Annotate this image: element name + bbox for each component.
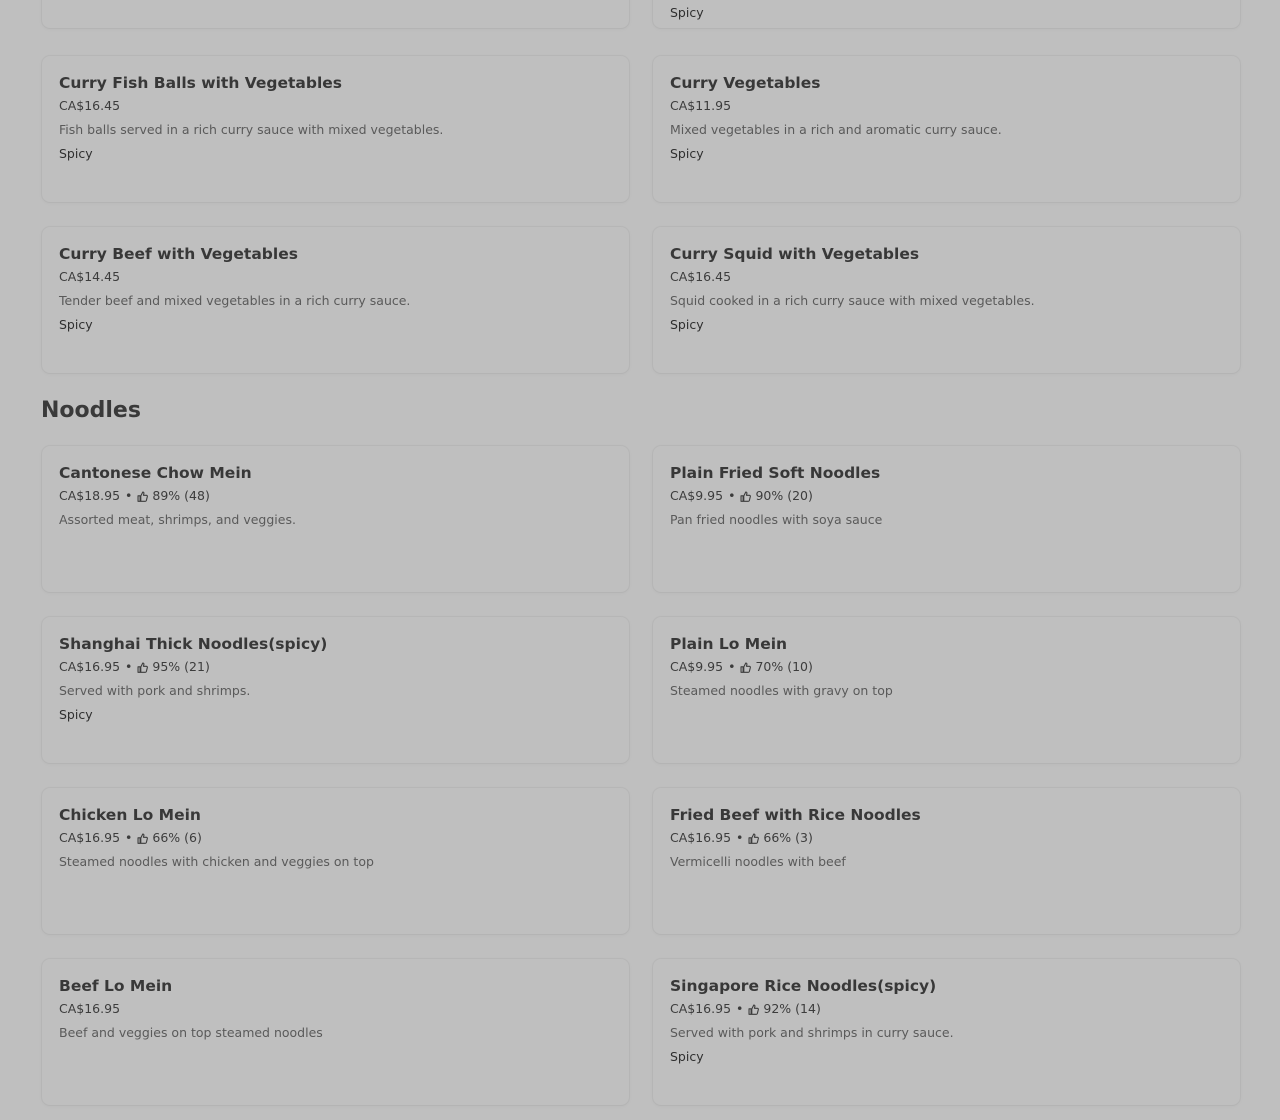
item-rating: 92% (14) (763, 1001, 821, 1016)
item-rating: 66% (6) (152, 830, 202, 845)
item-price-row: CA$14.45 (59, 269, 612, 285)
thumbs-up-icon (748, 832, 760, 844)
spicy-tag: Spicy (59, 146, 93, 161)
item-price-row: CA$11.95 (670, 98, 1223, 114)
item-price: CA$16.95 (670, 1001, 732, 1016)
item-rating: 90% (20) (755, 488, 813, 503)
separator-dot: • (728, 659, 736, 674)
separator-dot: • (736, 830, 744, 845)
spicy-tag: Spicy (670, 146, 704, 161)
menu-item-card[interactable]: Shanghai Thick Noodles(spicy) CA$16.95 • 9… (42, 617, 629, 763)
item-name: Cantonese Chow Mein (59, 464, 252, 482)
item-price: CA$9.95 (670, 488, 724, 503)
item-description: Beef and veggies on top steamed noodles (59, 1025, 323, 1040)
item-rating: 66% (3) (763, 830, 813, 845)
item-price: CA$18.95 (59, 488, 121, 503)
thumbs-up-icon (740, 490, 752, 502)
menu-item-card[interactable]: Curry Vegetables CA$11.95 Mixed vegetabl… (653, 56, 1240, 202)
separator-dot: • (728, 488, 736, 503)
menu-item-card[interactable]: Plain Lo Mein CA$9.95 • 70% (10) Steamed no… (653, 617, 1240, 763)
separator-dot: • (125, 488, 133, 503)
item-price-row: CA$9.95 • 90% (20) (670, 488, 1223, 504)
item-price-row: CA$16.45 (670, 269, 1223, 285)
item-name: Curry Vegetables (670, 74, 821, 92)
item-description: Steamed noodles with gravy on top (670, 683, 893, 698)
thumbs-up-icon (137, 661, 149, 673)
item-rating: 70% (10) (755, 659, 813, 674)
item-price: CA$16.95 (59, 830, 121, 845)
item-description: Mixed vegetables in a rich and aromatic … (670, 122, 1002, 137)
item-price-row: CA$16.95 • 66% (6) (59, 830, 612, 846)
item-description: Tender beef and mixed vegetables in a ri… (59, 293, 411, 308)
item-price: CA$16.95 (59, 659, 121, 674)
thumbs-up-icon (740, 661, 752, 673)
item-description: Steamed noodles with chicken and veggies… (59, 854, 374, 869)
item-name: Curry Beef with Vegetables (59, 245, 298, 263)
menu-item-card[interactable]: Beef Lo Mein CA$16.95 Beef and veggies on … (42, 959, 629, 1105)
item-description: Fish balls served in a rich curry sauce … (59, 122, 444, 137)
item-name: Chicken Lo Mein (59, 806, 201, 824)
item-price: CA$11.95 (670, 98, 732, 113)
item-name: Curry Fish Balls with Vegetables (59, 74, 343, 92)
item-name: Plain Lo Mein (670, 635, 788, 653)
thumbs-up-icon (137, 490, 149, 502)
thumbs-up-icon (748, 1003, 760, 1015)
separator-dot: • (125, 830, 133, 845)
spicy-tag: Spicy (59, 707, 93, 722)
item-price-row: CA$16.95 • 66% (3) (670, 830, 1223, 846)
item-price-row: CA$16.95 (59, 1001, 612, 1017)
menu-item-card[interactable]: Cantonese Chow Mein CA$18.95 • 89% (48) Ass… (42, 446, 629, 592)
item-rating: 95% (21) (152, 659, 210, 674)
item-name: Fried Beef with Rice Noodles (670, 806, 921, 824)
menu-item-card[interactable]: Plain Fried Soft Noodles CA$9.95 • 90% (20… (653, 446, 1240, 592)
menu-item-card[interactable]: Curry Beef with Vegetables CA$14.45 Tend… (42, 227, 629, 373)
menu-item-card-partial-right[interactable]: Spicy (653, 0, 1240, 28)
item-price: CA$16.45 (59, 98, 121, 113)
menu-item-card[interactable]: Fried Beef with Rice Noodles CA$16.95 • 66… (653, 788, 1240, 934)
item-price-row: CA$9.95 • 70% (10) (670, 659, 1223, 675)
item-description: Assorted meat, shrimps, and veggies. (59, 512, 296, 527)
spicy-tag: Spicy (670, 317, 704, 332)
item-price: CA$16.95 (59, 1001, 121, 1016)
menu-item-card[interactable]: Curry Fish Balls with Vegetables CA$16.4… (42, 56, 629, 202)
menu-item-card[interactable]: Curry Squid with Vegetables CA$16.45 Squ… (653, 227, 1240, 373)
item-price: CA$14.45 (59, 269, 121, 284)
separator-dot: • (125, 659, 133, 674)
item-name: Curry Squid with Vegetables (670, 245, 920, 263)
item-description: Vermicelli noodles with beef (670, 854, 846, 869)
item-name: Singapore Rice Noodles(spicy) (670, 977, 937, 995)
item-description: Squid cooked in a rich curry sauce with … (670, 293, 1035, 308)
item-price: CA$16.95 (670, 830, 732, 845)
item-rating: 89% (48) (152, 488, 210, 503)
item-name: Beef Lo Mein (59, 977, 173, 995)
item-description: Served with pork and shrimps in curry sa… (670, 1025, 954, 1040)
item-price: CA$16.45 (670, 269, 732, 284)
item-price-row: CA$16.95 • 92% (14) (670, 1001, 1223, 1017)
item-name: Plain Fried Soft Noodles (670, 464, 881, 482)
item-description: Pan fried noodles with soya sauce (670, 512, 883, 527)
spicy-tag: Spicy (670, 5, 704, 20)
separator-dot: • (736, 1001, 744, 1016)
thumbs-up-icon (137, 832, 149, 844)
section-title-noodles: Noodles (41, 398, 141, 423)
item-price: CA$9.95 (670, 659, 724, 674)
menu-item-card[interactable]: Singapore Rice Noodles(spicy) CA$16.95 • 9… (653, 959, 1240, 1105)
menu-item-card[interactable]: Chicken Lo Mein CA$16.95 • 66% (6) Steamed … (42, 788, 629, 934)
item-price-row: CA$16.95 • 95% (21) (59, 659, 612, 675)
spicy-tag: Spicy (670, 1049, 704, 1064)
menu-item-card-partial-left[interactable] (42, 0, 629, 28)
spicy-tag: Spicy (59, 317, 93, 332)
item-price-row: CA$16.45 (59, 98, 612, 114)
item-name: Shanghai Thick Noodles(spicy) (59, 635, 328, 653)
item-price-row: CA$18.95 • 89% (48) (59, 488, 612, 504)
item-description: Served with pork and shrimps. (59, 683, 251, 698)
